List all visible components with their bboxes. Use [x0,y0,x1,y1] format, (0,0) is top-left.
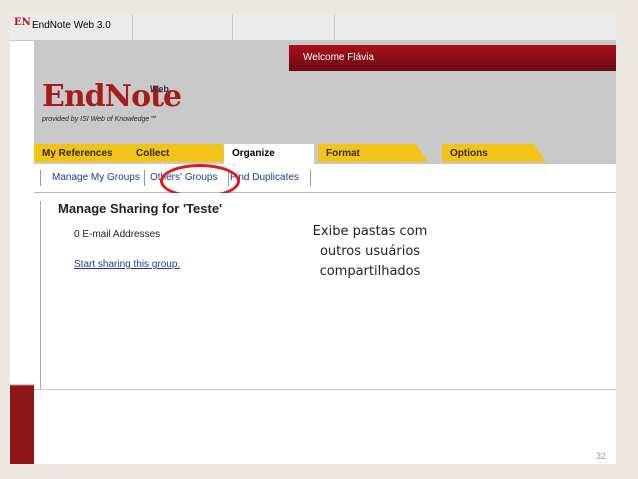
subtab-divider [144,170,145,186]
subtab-manage-my-groups[interactable]: Manage My Groups [52,172,140,183]
welcome-text: Welcome Flávia [303,52,374,63]
endnote-web-logo: EndNote Web provided by ISI Web of Knowl… [42,80,182,124]
tab-format[interactable]: Format [318,144,428,162]
brand-byline: provided by ISI Web of Knowledge℠ [42,116,157,123]
slide-left-bar [10,14,34,464]
callout-line: outros usuários [319,244,421,259]
main-tabs: My References Collect Organize Format Op… [34,144,616,164]
subtab-divider [40,170,41,186]
subtab-find-duplicates[interactable]: Find Duplicates [230,172,299,183]
organize-subtabs: Manage My Groups Others' Groups Find Dup… [34,164,616,193]
tab-collect[interactable]: Collect [128,144,234,162]
tab-organize[interactable]: Organize [224,144,314,164]
brand-suffix: Web [150,84,169,94]
callout-line: Exibe pastas com [312,224,428,239]
callout-line: compartilhados [319,264,421,279]
titlebar-divider [334,14,335,40]
page-title: Manage Sharing for 'Teste' [58,201,223,216]
tab-my-references[interactable]: My References [34,144,140,162]
window-titlebar: EN EndNote Web 3.0 [10,14,616,41]
slide-footer-area [34,390,616,464]
start-sharing-link[interactable]: Start sharing this group. [74,259,180,270]
tab-options[interactable]: Options [442,144,546,162]
titlebar-divider [232,14,233,40]
welcome-bar: Welcome Flávia [289,45,616,71]
window-title: EndNote Web 3.0 [32,20,111,31]
panel-left-border [40,201,41,389]
annotation-callout: Exibe pastas com outros usuários compart… [290,222,450,282]
slide-page-number: 32 [596,451,607,461]
subtab-divider [310,170,311,186]
endnote-logo-icon: EN [14,17,31,28]
titlebar-divider [132,14,133,40]
email-address-count: 0 E-mail Addresses [74,229,161,240]
